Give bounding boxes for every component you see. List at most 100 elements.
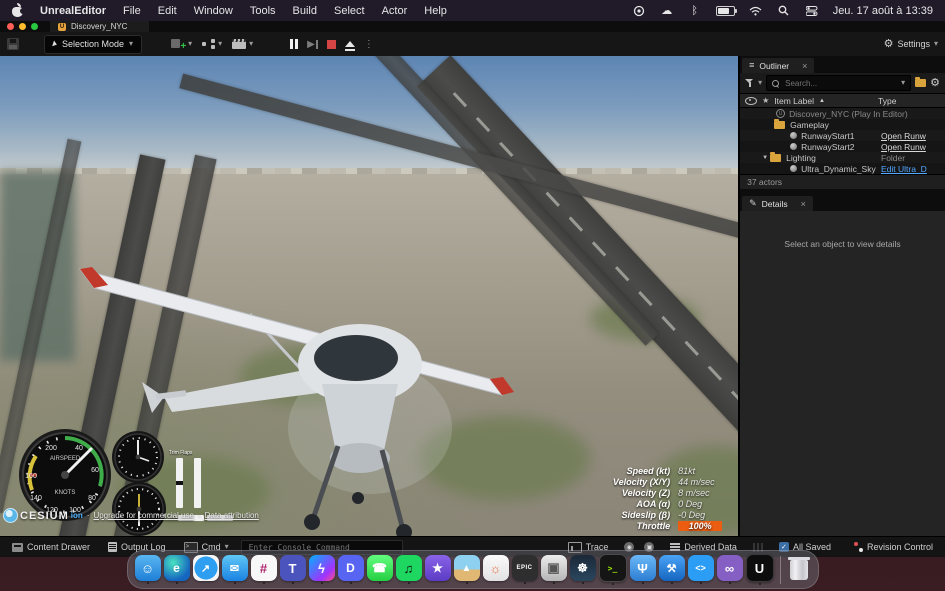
chevron-down-icon[interactable]: ▾ [901,79,905,87]
row-label: Gameplay [790,120,829,130]
viewport-settings-button[interactable]: ⚙ Settings ▾ [884,39,938,50]
hud-value: 81kt [678,466,732,476]
dock-icon-edge[interactable]: e [164,555,190,581]
dock-icon-slack[interactable]: # [251,555,277,581]
dock-icon-teams[interactable]: T [280,555,306,581]
level-viewport[interactable]: AIRSPEED KNOTS 200 40 60 80 100 120 140 … [0,56,740,536]
control-center-icon[interactable] [805,4,819,18]
outliner-row-ultra-dynamic-sky[interactable]: Ultra_Dynamic_Sky Edit Ultra_D [740,163,945,174]
tab-details[interactable]: ✎ Details × [742,196,813,211]
menu-select[interactable]: Select [334,5,365,17]
minimize-window-button[interactable] [19,23,26,30]
zoom-window-button[interactable] [31,23,38,30]
battery-icon[interactable] [716,6,735,16]
elevator-trim-slider[interactable] [176,458,183,508]
frame-skip-button[interactable]: ▶ [307,39,318,50]
blueprints-button[interactable]: ▾ [202,39,222,49]
level-tab[interactable]: U Discovery_NYC [50,21,149,32]
menu-build[interactable]: Build [293,5,317,17]
play-options-dots-icon[interactable]: ⋮ [364,39,374,50]
edit-sky-link[interactable]: Edit Ultra_D [881,164,943,174]
chevron-down-icon[interactable]: ▾ [758,79,762,87]
revision-control-button[interactable]: Revision Control [847,539,939,555]
altimeter-gauge [111,430,165,484]
content-drawer-icon [12,543,23,552]
pause-button[interactable] [290,39,298,49]
dock-icon-trash[interactable] [787,555,811,581]
menubar-clock[interactable]: Jeu. 17 août à 13:39 [833,5,933,17]
outliner-search[interactable]: ▾ [766,75,911,91]
add-actor-icon: + [171,38,185,50]
cloud-icon[interactable]: ☁ [660,4,674,18]
open-runway-link[interactable]: Open Runw [881,131,943,141]
selection-mode-dropdown[interactable]: Selection Mode ▾ [44,35,142,54]
outliner-row-runwaystart1[interactable]: RunwayStart1 Open Runw [740,130,945,141]
upgrade-link[interactable]: Upgrade for commercial use [93,511,193,520]
outliner-row-lighting[interactable]: ▼ Lighting Folder [740,152,945,163]
dock-icon-photos[interactable]: ☼ [483,555,509,581]
flaps-slider[interactable] [194,458,201,508]
menu-window[interactable]: Window [194,5,233,17]
search-input[interactable] [783,78,897,89]
outliner-row-runwaystart2[interactable]: RunwayStart2 Open Runw [740,141,945,152]
add-actor-button[interactable]: + ▾ [171,38,192,50]
apple-menu-icon[interactable] [12,4,23,17]
actor-icon [790,165,797,172]
outliner-row-world[interactable]: U Discovery_NYC (Play In Editor) [740,108,945,119]
item-label-column[interactable]: Item Label [774,96,814,106]
type-column[interactable]: Type [878,96,940,106]
wifi-icon[interactable] [749,4,763,18]
menu-file[interactable]: File [123,5,141,17]
menu-edit[interactable]: Edit [158,5,177,17]
pencil-icon: ✎ [749,199,757,208]
dock-icon-mail[interactable]: ✉ [222,555,248,581]
dock-icon-messenger[interactable]: ϟ [309,555,335,581]
screen-record-icon[interactable] [632,4,646,18]
cesium-logo[interactable]: CESIUM ion [3,508,83,523]
favorite-star-icon[interactable]: ★ [762,96,769,105]
row-label: Discovery_NYC (Play In Editor) [789,109,908,119]
dock-icon-epic-games[interactable]: EPIC [512,555,538,581]
hud-value: 8 m/sec [678,488,732,498]
dock-icon-discord[interactable]: D [338,555,364,581]
details-panel: Select an object to view details [740,211,945,536]
new-folder-icon[interactable] [915,79,926,87]
dock-icon-fork[interactable]: Ψ [630,555,656,581]
dock-icon-spotify[interactable]: ♫ [396,555,422,581]
close-icon[interactable]: × [801,199,806,209]
dock-icon-nova[interactable]: ★ [425,555,451,581]
eject-button[interactable] [345,41,355,47]
dock-icon-safari[interactable]: ↗ [193,555,219,581]
dock-icon-launcher-cube[interactable]: ▣ [541,555,567,581]
close-icon[interactable]: × [802,61,807,71]
dock-icon-xcode[interactable]: ⚒ [659,555,685,581]
bluetooth-icon[interactable]: ᛒ [688,4,702,18]
details-tabbar: ✎ Details × [740,194,945,211]
close-window-button[interactable] [7,23,14,30]
filter-icon[interactable] [745,79,754,87]
stop-button[interactable] [327,40,336,49]
content-drawer-button[interactable]: Content Drawer [6,539,96,555]
dock-icon-visual-studio[interactable]: ∞ [717,555,743,581]
cinematics-button[interactable]: ▾ [232,39,253,49]
tab-outliner[interactable]: ≡ Outliner × [742,58,814,73]
dock-icon-terminal[interactable]: >_ [599,554,627,582]
dock-icon-preview[interactable]: ▲ [454,555,480,581]
dock-icon-steam[interactable]: ☸ [570,555,596,581]
save-button[interactable] [7,38,19,50]
visibility-eye-icon[interactable] [745,97,757,105]
dock-icon-unreal-engine[interactable]: U [746,554,774,582]
gear-icon[interactable]: ⚙ [930,78,940,89]
dock-icon-vscode[interactable]: <> [688,555,714,581]
dock-icon-whatsapp[interactable]: ☎ [367,555,393,581]
open-runway-link[interactable]: Open Runw [881,142,943,152]
menu-tools[interactable]: Tools [250,5,276,17]
outliner-row-gameplay[interactable]: Gameplay [740,119,945,130]
spotlight-search-icon[interactable] [777,4,791,18]
menu-help[interactable]: Help [424,5,447,17]
menubar-app-name[interactable]: UnrealEditor [40,5,106,17]
dock-icon-finder[interactable]: ☺ [135,555,161,581]
menu-actor[interactable]: Actor [382,5,408,17]
expander-icon[interactable]: ▼ [762,155,770,161]
data-attribution-link[interactable]: Data attribution [205,511,259,520]
